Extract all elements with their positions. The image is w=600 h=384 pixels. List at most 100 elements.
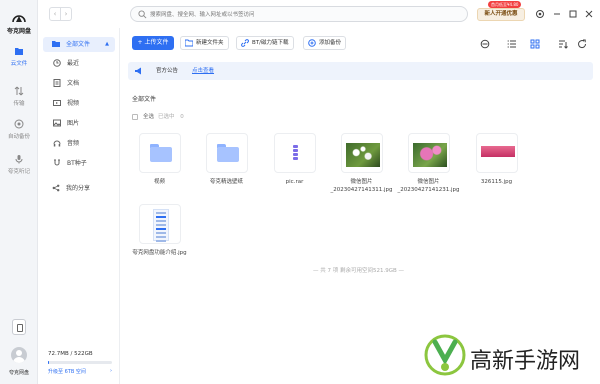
search-input[interactable]	[150, 9, 450, 20]
sidebar-item-audio[interactable]: 音频	[43, 136, 115, 151]
file-thumbnail	[273, 133, 316, 173]
folder-icon	[216, 144, 239, 162]
add-backup-button[interactable]: 添加备份	[303, 36, 347, 50]
left-rail: 夸克网盘 云文件 传输 自动备份 夸克听记 夸克网盘	[0, 0, 38, 384]
back-button[interactable]: ‹	[50, 8, 61, 20]
rail-item-label: 云文件	[10, 61, 28, 67]
main-content: + 上传文件 新建文件夹 BT/磁力链下载 添加备份 官方公告 点击查看 全部文…	[121, 28, 600, 384]
select-all[interactable]: 全选 已选中 0	[132, 112, 184, 120]
sidebar-item-recent[interactable]: 最近	[43, 56, 115, 71]
new-folder-icon	[185, 39, 193, 47]
minimize-icon[interactable]	[552, 9, 562, 19]
close-icon[interactable]	[584, 9, 594, 19]
sidebar-item-video[interactable]: 视频	[43, 96, 115, 111]
list-view-icon[interactable]	[507, 39, 517, 49]
sidebar-item-label: 最近	[67, 60, 80, 67]
maximize-icon[interactable]	[568, 9, 578, 19]
file-name: 夸克精选壁纸	[209, 179, 243, 185]
file-item[interactable]: pic.rar	[262, 133, 327, 186]
watermark-logo-icon	[424, 334, 466, 376]
storage-bar-fill	[48, 361, 49, 364]
sidebar-item-label: 图片	[67, 120, 80, 127]
breadcrumb[interactable]: 全部文件	[132, 94, 156, 103]
bt-download-button[interactable]: BT/磁力链下载	[236, 36, 294, 50]
sidebar-item-label: 全部文件	[66, 41, 91, 48]
grid-view-icon[interactable]	[530, 39, 540, 49]
sidebar-item-label: BT种子	[67, 160, 87, 167]
collapse-caret[interactable]: ▲	[105, 37, 109, 52]
file-name: 微信图片_20230427141311.jpg	[330, 179, 393, 193]
backup-add-icon	[308, 39, 316, 47]
avatar[interactable]	[11, 347, 27, 363]
storage-usage: 72.7MB / 522GB	[48, 351, 93, 357]
rail-item-label: 传输	[13, 101, 25, 107]
announcement-text: 官方公告	[156, 68, 179, 74]
link-icon	[241, 39, 249, 47]
add-backup-label: 添加备份	[319, 40, 342, 46]
share-icon	[52, 184, 60, 192]
file-thumbnail	[205, 133, 248, 173]
forward-button[interactable]: ›	[61, 8, 71, 20]
sidebar: 全部文件 ▲ 最近 文档 视频 图片 音频 BT种子 我的分享	[38, 28, 120, 384]
sidebar-item-docs[interactable]: 文档	[43, 76, 115, 91]
search-icon	[138, 10, 147, 19]
file-count-footer: — 共 7 项 剩余可用空间521.9GB —	[313, 268, 405, 274]
file-item[interactable]: 微信图片_20230427141311.jpg	[329, 133, 394, 194]
document-icon	[53, 79, 61, 87]
sidebar-item-images[interactable]: 图片	[43, 116, 115, 131]
upgrade-link[interactable]: 升级至 6TB 空间	[48, 368, 86, 375]
megaphone-icon	[135, 67, 141, 75]
new-folder-label: 新建文件夹	[196, 40, 224, 46]
sidebar-item-label: 我的分享	[66, 185, 91, 192]
upload-button-label: 上传文件	[144, 39, 169, 46]
rail-item-label: 自动备份	[7, 134, 30, 140]
file-thumbnail	[340, 133, 383, 173]
refresh-icon[interactable]	[577, 39, 587, 49]
bt-download-label: BT/磁力链下载	[252, 40, 289, 46]
video-icon	[53, 100, 61, 106]
promo-badge: 首月低至¥4.80	[488, 1, 522, 8]
rail-item-label: 夸克听记	[7, 169, 30, 175]
file-thumbnail	[475, 133, 518, 173]
rail-item-voice-notes[interactable]: 夸克听记	[0, 154, 38, 175]
sidebar-item-all-files[interactable]: 全部文件 ▲	[43, 37, 115, 52]
image-thumbnail	[412, 143, 447, 167]
cloud-file-icon	[15, 48, 23, 55]
file-thumbnail	[138, 133, 181, 173]
watermark-text: 高新手游网	[470, 349, 581, 374]
folder-icon	[52, 41, 60, 47]
promo-button[interactable]: 新人开通优惠	[477, 8, 525, 21]
upgrade-arrow[interactable]: ›	[110, 368, 112, 374]
file-item[interactable]: 夸克网盘功能介绍.jpg	[127, 204, 192, 257]
bt-icon	[54, 159, 60, 166]
file-name: 夸克网盘功能介绍.jpg	[132, 250, 187, 256]
archive-icon	[290, 144, 301, 162]
sidebar-item-bt[interactable]: BT种子	[43, 156, 115, 171]
mobile-app-icon[interactable]	[12, 319, 26, 335]
rail-item-cloud-files[interactable]: 云文件	[0, 46, 38, 67]
file-name: 326115.jpg	[480, 179, 513, 185]
announcement-link[interactable]: 点击查看	[192, 62, 214, 80]
file-item[interactable]: 视频	[127, 133, 192, 186]
file-name: pic.rar	[285, 179, 304, 185]
file-item[interactable]: 微信图片_20230427141231.jpg	[396, 133, 461, 194]
voice-note-icon	[15, 155, 23, 164]
search-box[interactable]	[130, 6, 468, 22]
upload-button[interactable]: + 上传文件	[132, 36, 174, 50]
sidebar-item-my-shares[interactable]: 我的分享	[43, 181, 115, 196]
sidebar-item-label: 文档	[67, 80, 80, 87]
file-thumbnail	[407, 133, 450, 173]
audio-icon	[53, 140, 61, 147]
rail-item-transfer[interactable]: 传输	[0, 86, 38, 107]
sort-order-icon[interactable]	[558, 39, 568, 49]
file-item[interactable]: 夸克精选壁纸	[194, 133, 259, 186]
settings-icon[interactable]	[535, 9, 545, 19]
sort-icon[interactable]	[480, 39, 490, 49]
select-all-checkbox[interactable]	[132, 113, 138, 120]
file-item[interactable]: 326115.jpg	[464, 133, 529, 186]
image-thumbnail	[480, 146, 515, 162]
user-name: 夸克网盘	[8, 370, 29, 376]
file-thumbnail	[138, 204, 181, 244]
new-folder-button[interactable]: 新建文件夹	[180, 36, 229, 50]
rail-item-backup[interactable]: 自动备份	[0, 119, 38, 140]
